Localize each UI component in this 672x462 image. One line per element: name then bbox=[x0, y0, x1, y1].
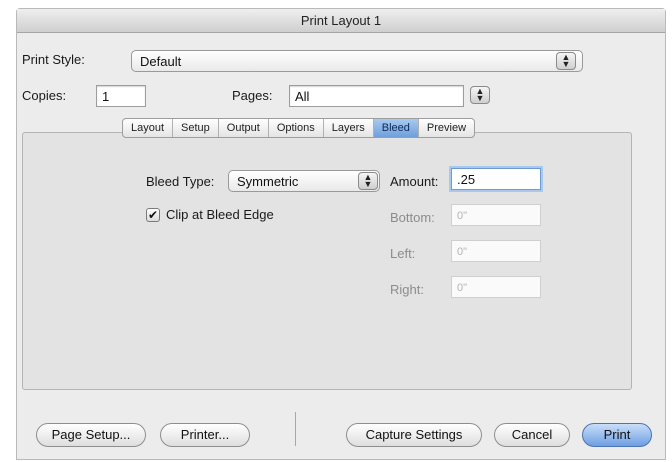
clip-at-bleed-label: Clip at Bleed Edge bbox=[166, 207, 274, 222]
bottom-value: 0" bbox=[457, 210, 468, 222]
button-divider bbox=[295, 412, 296, 446]
amount-label: Amount: bbox=[390, 174, 439, 189]
right-value: 0" bbox=[457, 282, 468, 294]
copies-label: Copies: bbox=[22, 88, 67, 103]
print-style-value: Default bbox=[140, 54, 182, 69]
tab-layout[interactable]: Layout bbox=[123, 119, 174, 137]
checkmark-icon: ✔ bbox=[147, 208, 159, 222]
pages-value: All bbox=[295, 89, 310, 104]
left-label: Left: bbox=[390, 246, 416, 261]
tab-layers[interactable]: Layers bbox=[324, 119, 374, 137]
pages-chevron-icon[interactable]: ▲ ▼ bbox=[470, 86, 490, 104]
copies-field[interactable]: 1 bbox=[96, 85, 146, 107]
print-button[interactable]: Print bbox=[582, 423, 652, 447]
clip-at-bleed-checkbox[interactable]: ✔ bbox=[146, 208, 160, 222]
copies-value: 1 bbox=[102, 89, 110, 104]
bleed-type-chevron-icon[interactable]: ▲ ▼ bbox=[358, 172, 378, 190]
pages-label: Pages: bbox=[232, 88, 273, 103]
tab-bleed[interactable]: Bleed bbox=[373, 119, 419, 137]
tab-output[interactable]: Output bbox=[219, 119, 269, 137]
print-style-select[interactable]: Default bbox=[131, 50, 583, 72]
printer-button[interactable]: Printer... bbox=[160, 423, 250, 447]
bottom-field: 0" bbox=[451, 204, 541, 226]
right-field: 0" bbox=[451, 276, 541, 298]
tab-setup[interactable]: Setup bbox=[173, 119, 219, 137]
tab-options[interactable]: Options bbox=[269, 119, 324, 137]
bleed-type-value: Symmetric bbox=[237, 174, 299, 189]
print-style-label: Print Style: bbox=[22, 52, 85, 67]
tab-preview[interactable]: Preview bbox=[419, 119, 474, 137]
amount-value: .25 bbox=[457, 172, 476, 187]
page-setup-button[interactable]: Page Setup... bbox=[36, 423, 146, 447]
left-field: 0" bbox=[451, 240, 541, 262]
capture-settings-button[interactable]: Capture Settings bbox=[346, 423, 482, 447]
amount-field[interactable]: .25 bbox=[451, 168, 541, 190]
tab-bar: Layout Setup Output Options Layers Bleed… bbox=[122, 118, 476, 138]
left-value: 0" bbox=[457, 246, 468, 258]
window-title: Print Layout 1 bbox=[17, 9, 665, 33]
cancel-button[interactable]: Cancel bbox=[494, 423, 570, 447]
print-style-chevron-icon[interactable]: ▲ ▼ bbox=[556, 52, 576, 70]
right-label: Right: bbox=[390, 282, 424, 297]
bottom-label: Bottom: bbox=[390, 210, 435, 225]
bleed-type-label: Bleed Type: bbox=[146, 174, 215, 189]
pages-field[interactable]: All bbox=[289, 85, 464, 107]
